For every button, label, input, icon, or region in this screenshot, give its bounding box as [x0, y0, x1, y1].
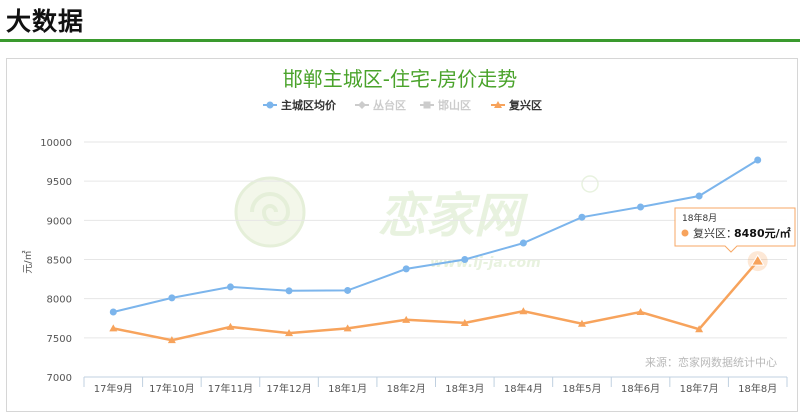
legend-label: 邯山区: [438, 98, 471, 112]
watermark-registered-icon: [581, 175, 599, 193]
x-tick-label: 18年5月: [562, 382, 601, 395]
series-layer: [109, 156, 768, 344]
tooltip-series-label: 复兴区: [693, 226, 726, 240]
data-point: [226, 283, 234, 291]
data-point: [754, 156, 762, 164]
x-tick-label: 18年4月: [504, 382, 543, 395]
y-tick-label: 7500: [47, 334, 72, 345]
legend-label: 主城区均价: [281, 98, 337, 112]
data-point: [637, 203, 645, 211]
legend: 主城区均价 丛台区 邯山区 复兴区: [263, 98, 542, 112]
data-point: [461, 256, 469, 263]
price-trend-chart: 恋家网 www.lj-ja.com 邯郸主城区-住宅-房价走势 主城区均价 丛台区…: [22, 67, 796, 395]
source-note: 来源：恋家网数据统计中心: [645, 355, 777, 369]
series-line: [113, 260, 759, 342]
data-point: [695, 192, 703, 200]
y-tick-label: 9000: [47, 216, 72, 227]
data-point: [109, 308, 117, 316]
chart-title: 邯郸主城区-住宅-房价走势: [283, 67, 517, 91]
data-point: [285, 287, 293, 295]
watermark-snail-icon: [234, 176, 306, 248]
data-point: [168, 294, 176, 302]
legend-label: 复兴区: [508, 98, 542, 112]
x-tick-label: 18年3月: [445, 382, 484, 395]
tooltip-date: 18年8月: [682, 212, 717, 224]
tooltip: 18年8月 复兴区： 8480元/㎡: [674, 207, 796, 253]
watermark-text: 恋家网: [378, 188, 529, 244]
y-tick-label: 9500: [47, 177, 72, 188]
x-tick-label: 18年6月: [621, 382, 660, 395]
y-tick-label: 8500: [47, 256, 72, 267]
data-point: [344, 286, 352, 294]
x-tick-label: 17年12月: [266, 382, 311, 395]
x-tick-label: 18年1月: [328, 382, 367, 395]
x-tick-label: 18年7月: [680, 382, 719, 395]
y-tick-label: 7000: [47, 373, 72, 384]
tooltip-value: 8480元/㎡: [734, 226, 791, 240]
x-tick-label: 17年11月: [208, 382, 253, 395]
data-point: [578, 213, 586, 221]
data-point: [402, 265, 410, 273]
tooltip-series-name: 复兴区：: [693, 226, 737, 240]
x-tick-label: 18年2月: [387, 382, 426, 395]
x-tick-label: 17年10月: [149, 382, 194, 395]
y-tick-label: 8000: [47, 295, 72, 306]
x-tick-label: 18年8月: [738, 382, 777, 395]
legend-marker-diamond: [358, 101, 366, 109]
legend-label: 丛台区: [373, 98, 406, 112]
x-axis: 17年9月 17年10月 17年11月 17年12月 18年1月 18年2月 18年3月 18…: [83, 376, 788, 395]
watermark-logo: 恋家网 www.lj-ja.com: [234, 175, 599, 271]
data-point: [519, 239, 527, 247]
tooltip-series-dot: [681, 229, 689, 237]
y-axis: 7000 7500 8000 8500 9000 9500 10000: [40, 138, 72, 384]
y-axis-label: 元/㎡: [22, 250, 34, 273]
y-tick-label: 10000: [40, 138, 72, 149]
legend-marker-circle: [266, 101, 274, 109]
x-tick-label: 17年9月: [94, 382, 133, 395]
legend-marker-square: [423, 101, 431, 109]
